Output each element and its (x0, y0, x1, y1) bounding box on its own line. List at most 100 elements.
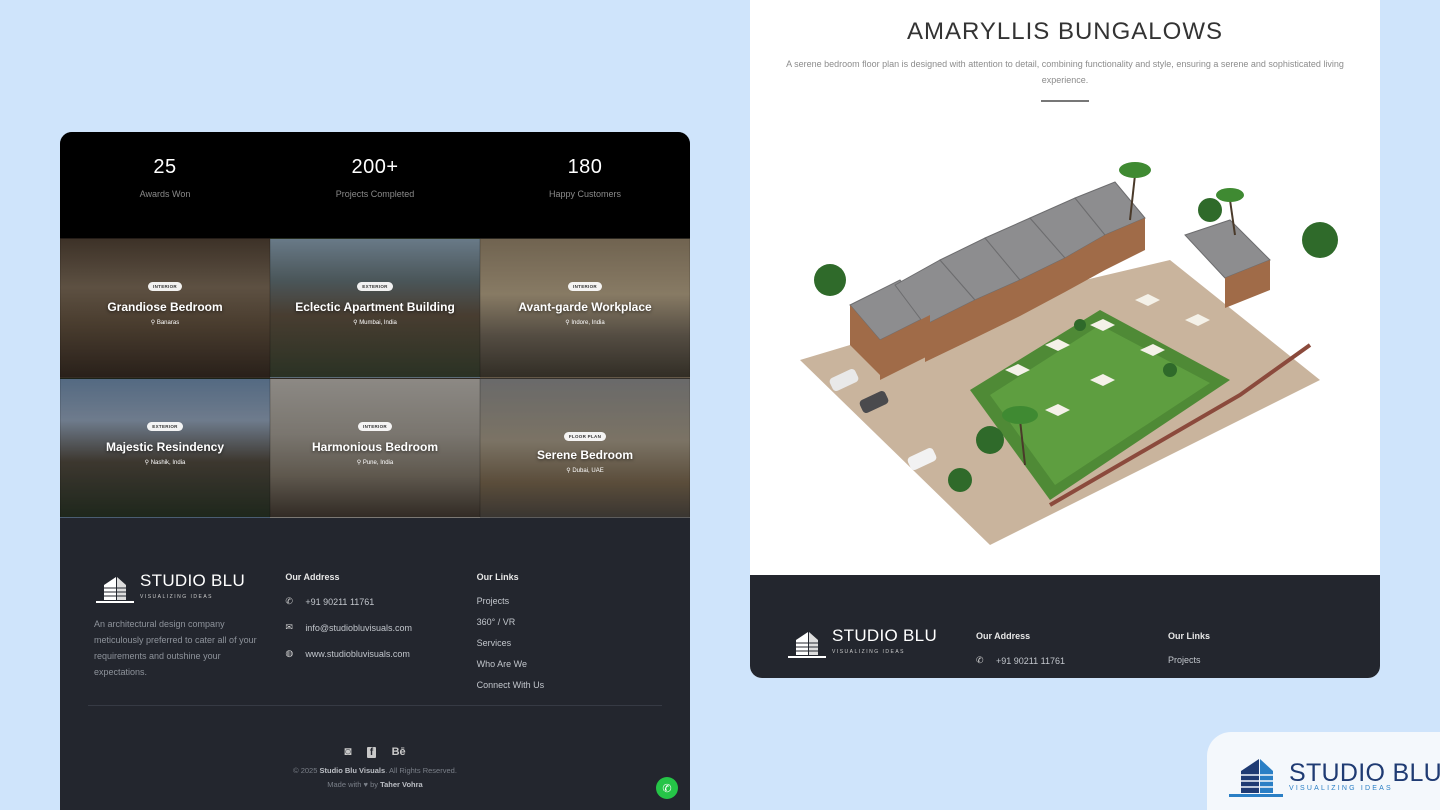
building-logo-icon (96, 577, 134, 603)
location-text: Banaras (156, 320, 180, 326)
website-preview-home: 25 Awards Won 200+ Projects Completed 18… (60, 132, 690, 810)
project-tile[interactable]: EXTERIOR Eclectic Apartment Building ⚲ M… (270, 238, 480, 378)
behance-icon[interactable]: Bē (392, 746, 406, 758)
project-page-title: AMARYLLIS BUNGALOWS (907, 18, 1223, 45)
project-location: ⚲ Mumbai, India (271, 319, 479, 326)
footer-divider (88, 705, 662, 706)
copyright-line: © 2025 Studio Blu Visuals. All Rights Re… (60, 764, 690, 778)
facebook-icon[interactable]: f (366, 747, 377, 758)
footer-link-who-are-we[interactable]: Who Are We (477, 659, 656, 669)
email-row[interactable]: ✉ info@studiobluvisuals.com (285, 622, 476, 633)
project-title: Grandiose Bedroom (107, 300, 223, 314)
stat-label: Awards Won (139, 189, 191, 199)
stat-value: 180 (567, 156, 603, 178)
project-title: Majestic Resindency (105, 440, 225, 454)
copyright: © 2025 Studio Blu Visuals. All Rights Re… (60, 764, 690, 792)
website-preview-project: AMARYLLIS BUNGALOWS A serene bedroom flo… (750, 0, 1380, 678)
studio-blu-logo[interactable]: STUDIO BLU VISUALIZING IDEAS (94, 572, 285, 606)
footer-link-vr[interactable]: 360° / VR (477, 617, 656, 627)
stats-bar: 25 Awards Won 200+ Projects Completed 18… (60, 132, 690, 238)
stat-label: Projects Completed (335, 189, 415, 199)
stat-label: Happy Customers (548, 189, 622, 199)
project-title: Harmonious Bedroom (311, 440, 438, 454)
logo-tagline: VISUALIZING IDEAS (832, 649, 906, 655)
badge-name: STUDIO BLU (1289, 759, 1440, 787)
title-underline (1041, 100, 1089, 102)
project-title: Avant-garde Workplace (518, 300, 652, 314)
location-text: Nashik, India (150, 460, 186, 466)
website-row[interactable]: ◍ www.studiobluvisuals.com (285, 648, 476, 659)
logo-tagline: VISUALIZING IDEAS (140, 594, 214, 600)
project-location: ⚲ Pune, India (271, 459, 479, 466)
whatsapp-icon[interactable]: ✆ (656, 777, 678, 799)
tile-info: FLOOR PLAN Serene Bedroom ⚲ Dubai, UAE (481, 425, 689, 474)
address-heading: Our Address (976, 631, 1031, 641)
project-tile[interactable]: INTERIOR Avant-garde Workplace ⚲ Indore,… (480, 238, 690, 378)
social-links: ◙ f Bē (60, 744, 690, 758)
copyright-brand[interactable]: Studio Blu Visuals (319, 766, 385, 775)
website-text: www.studiobluvisuals.com (305, 648, 410, 659)
made-prefix: Made with (327, 780, 364, 789)
project-tag: INTERIOR (148, 282, 182, 291)
copyright-prefix: © 2025 (293, 766, 320, 775)
badge-wordmark: STUDIO BLU VISUALIZING IDEAS (1289, 761, 1440, 793)
stat-customers: 180 Happy Customers (480, 132, 690, 238)
project-tile[interactable]: EXTERIOR Majestic Resindency ⚲ Nashik, I… (60, 378, 270, 518)
footer-links-column: Our Links Projects 360° / VR Services Wh… (477, 572, 656, 701)
company-description: An architectural design company meticulo… (94, 619, 257, 677)
logo-name: STUDIO BLU (832, 626, 938, 645)
project-location: ⚲ Dubai, UAE (481, 467, 689, 474)
project-location: ⚲ Indore, India (481, 319, 689, 326)
project-tile[interactable]: INTERIOR Harmonious Bedroom ⚲ Pune, Indi… (270, 378, 480, 518)
brand-badge: STUDIO BLU VISUALIZING IDEAS (1207, 732, 1440, 810)
project-grid: INTERIOR Grandiose Bedroom ⚲ Banaras EXT… (60, 238, 690, 518)
phone-row[interactable]: ✆ +91 90211 11761 (976, 655, 1065, 666)
tile-info: EXTERIOR Eclectic Apartment Building ⚲ M… (271, 275, 479, 326)
project-tag: INTERIOR (358, 422, 392, 431)
stat-projects: 200+ Projects Completed (270, 132, 480, 238)
phone-icon: ✆ (285, 596, 293, 606)
footer-link-services[interactable]: Services (477, 638, 656, 648)
studio-blu-logo[interactable]: STUDIO BLU VISUALIZING IDEAS (786, 627, 937, 661)
logo-wordmark: STUDIO BLU VISUALIZING IDEAS (832, 626, 938, 660)
location-text: Mumbai, India (359, 320, 397, 326)
footer-link-connect[interactable]: Connect With Us (477, 680, 656, 690)
project-page-description: A serene bedroom floor plan is designed … (786, 59, 1344, 85)
project-tile[interactable]: FLOOR PLAN Serene Bedroom ⚲ Dubai, UAE (480, 378, 690, 518)
project-tag: EXTERIOR (147, 422, 183, 431)
location-text: Indore, India (571, 320, 605, 326)
project-page-footer: STUDIO BLU VISUALIZING IDEAS Our Address… (750, 575, 1380, 678)
globe-icon: ◍ (285, 648, 294, 658)
tile-info: INTERIOR Avant-garde Workplace ⚲ Indore,… (481, 275, 689, 326)
building-logo-icon (788, 632, 826, 658)
links-heading: Our Links (476, 572, 519, 582)
bungalow-aerial-render (800, 162, 1338, 545)
stat-awards: 25 Awards Won (60, 132, 270, 238)
footer-link-projects[interactable]: Projects (477, 596, 656, 606)
location-text: Dubai, UAE (572, 468, 604, 474)
author-name[interactable]: Taher Vohra (380, 780, 423, 789)
email-text: info@studiobluvisuals.com (305, 622, 412, 633)
phone-icon: ✆ (976, 655, 984, 665)
stat-value: 200+ (351, 156, 399, 178)
phone-row[interactable]: ✆ +91 90211 11761 (285, 596, 476, 607)
tile-info: INTERIOR Grandiose Bedroom ⚲ Banaras (61, 275, 269, 326)
footer-address-column: Our Address ✆ +91 90211 11761 (976, 631, 1065, 678)
address-heading: Our Address (285, 572, 340, 582)
project-tag: FLOOR PLAN (563, 432, 607, 441)
tile-info: EXTERIOR Majestic Resindency ⚲ Nashik, I… (61, 415, 269, 466)
project-title: Eclectic Apartment Building (295, 300, 455, 314)
footer-brand-column: STUDIO BLU VISUALIZING IDEAS An architec… (94, 572, 285, 701)
logo-wordmark: STUDIO BLU VISUALIZING IDEAS (140, 572, 245, 605)
stat-value: 25 (153, 156, 177, 178)
copyright-suffix: . All Rights Reserved. (385, 766, 457, 775)
project-location: ⚲ Banaras (61, 319, 269, 326)
phone-text: +91 90211 11761 (305, 596, 375, 607)
instagram-icon[interactable]: ◙ (344, 744, 351, 758)
location-text: Pune, India (362, 460, 394, 466)
project-title: Serene Bedroom (536, 448, 634, 462)
project-tile[interactable]: INTERIOR Grandiose Bedroom ⚲ Banaras (60, 238, 270, 378)
links-heading: Our Links (1168, 631, 1211, 641)
footer-link-projects[interactable]: Projects (1168, 655, 1210, 665)
project-location: ⚲ Nashik, India (61, 459, 269, 466)
